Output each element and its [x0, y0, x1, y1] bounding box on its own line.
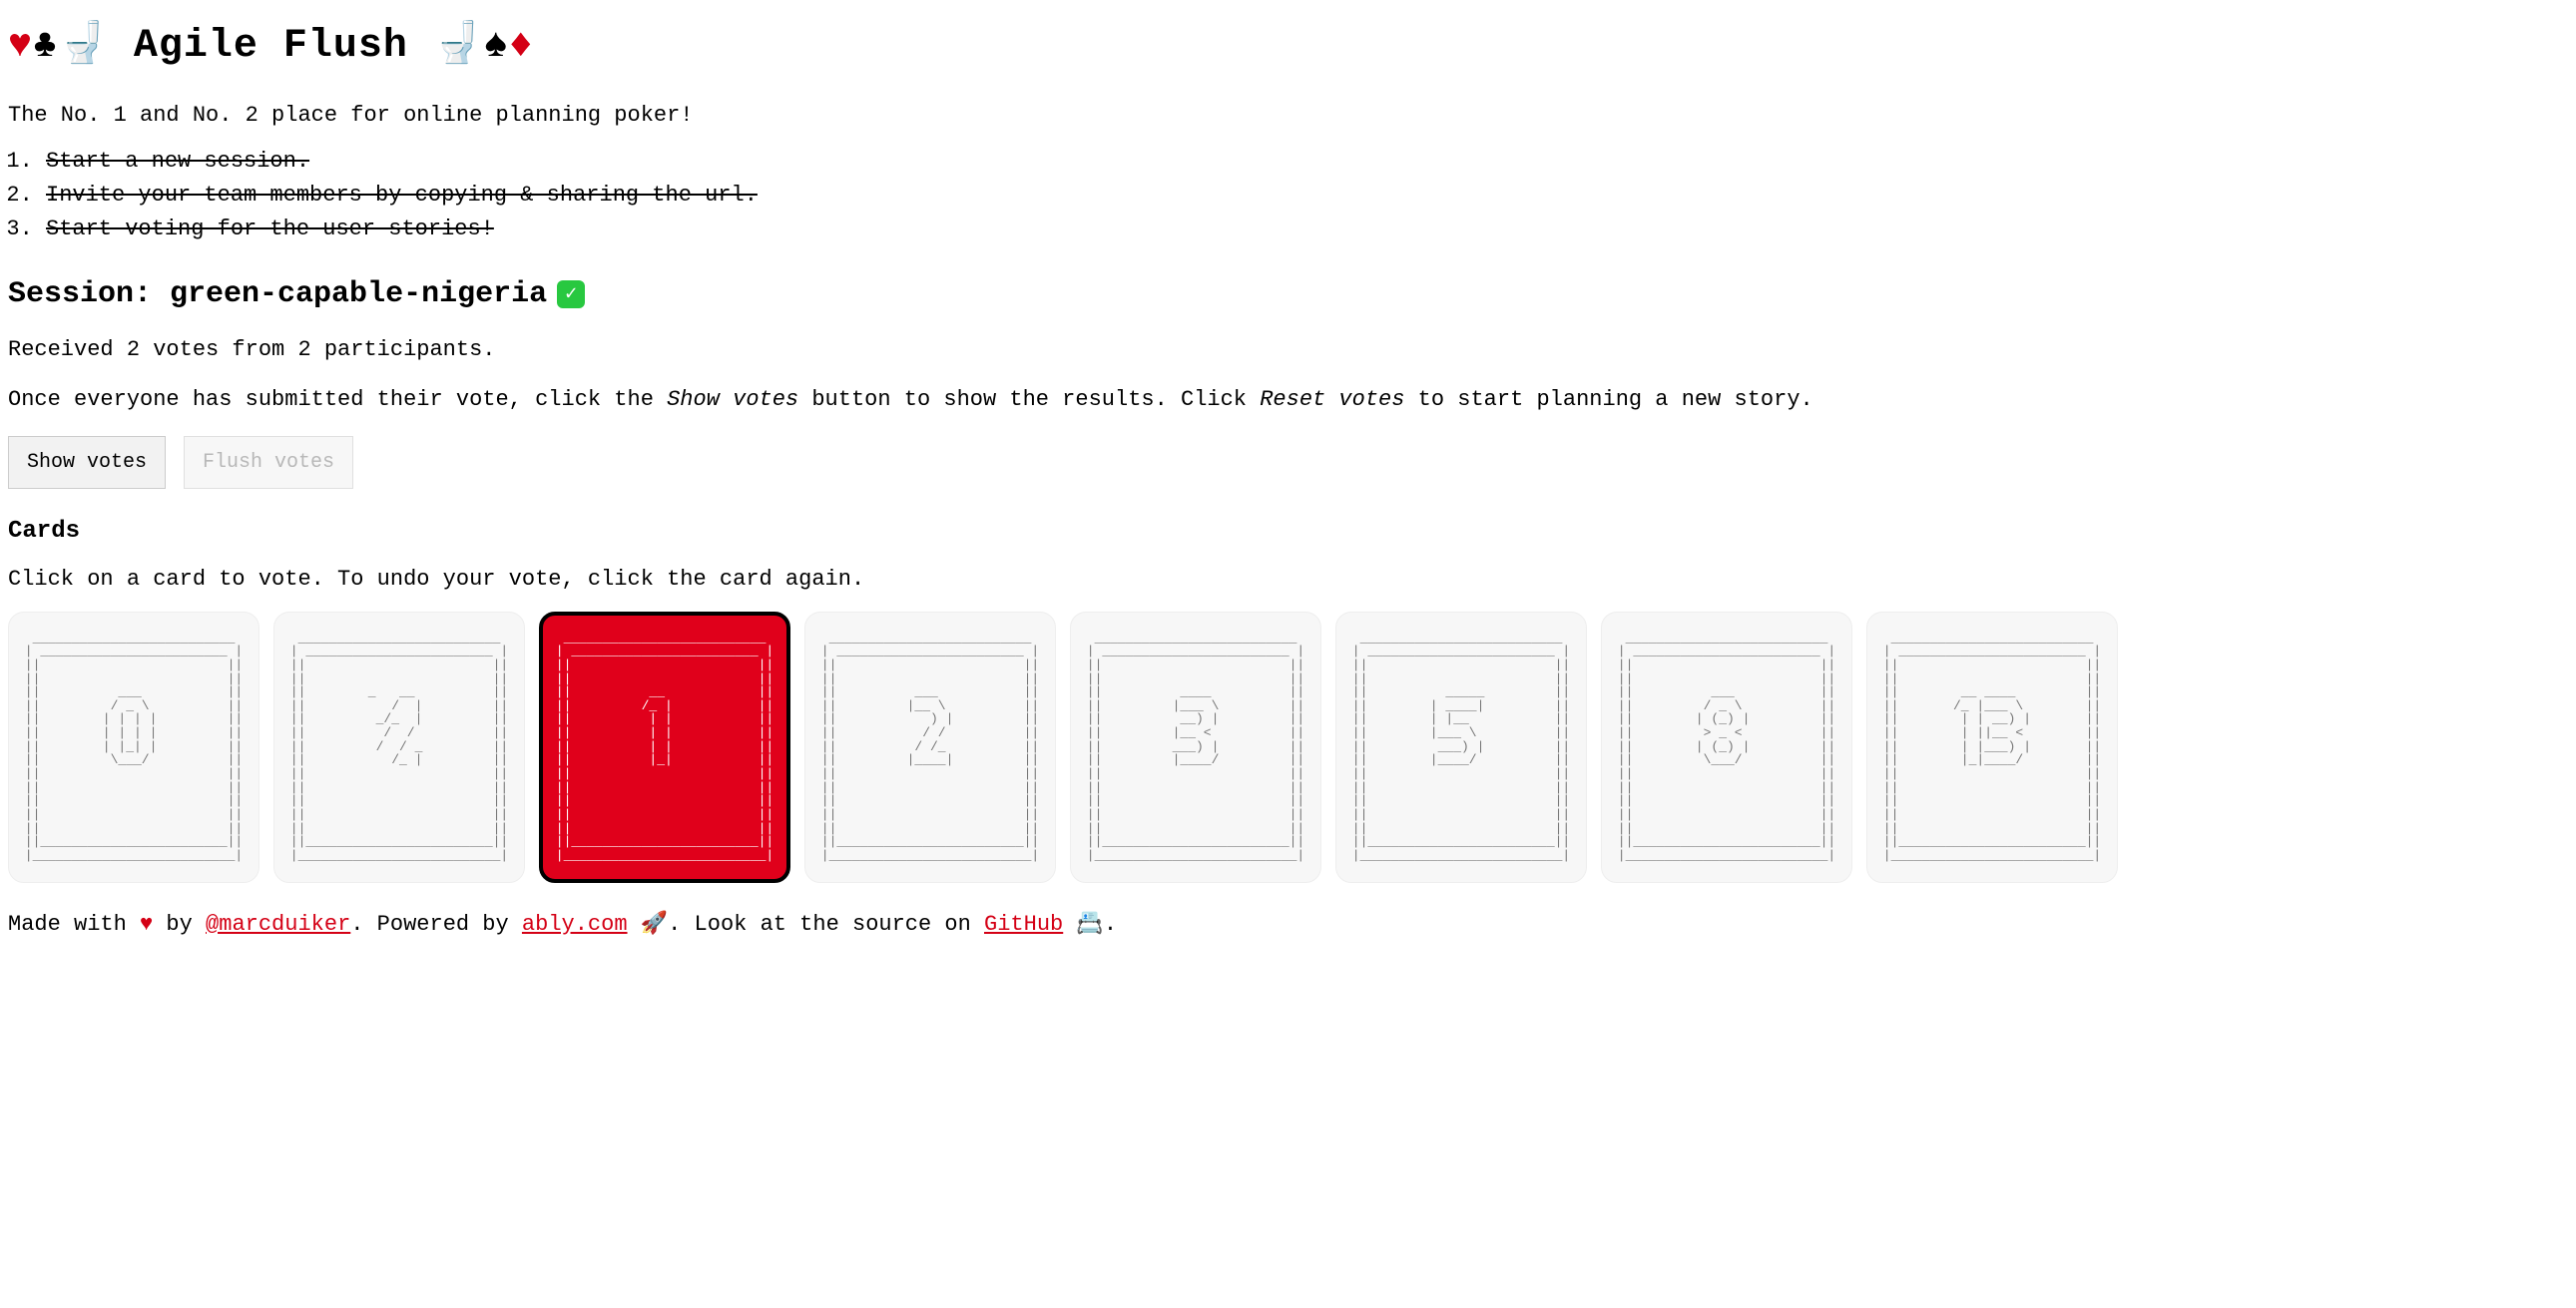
card-ascii: __________________________ | ___________…	[1883, 632, 2101, 863]
poker-card-0[interactable]: __________________________ | ___________…	[8, 612, 259, 883]
votes-received: Received 2 votes from 2 participants.	[8, 334, 2568, 366]
session-name: green-capable-nigeria	[170, 277, 547, 311]
card-ascii: __________________________ | ___________…	[290, 632, 508, 863]
step-item: Start voting for the user stories!	[46, 214, 2568, 245]
heart-icon: ♥	[8, 24, 33, 69]
cards-heading: Cards	[8, 515, 2568, 550]
toilet-icon: 🚽	[433, 24, 484, 69]
tagline: The No. 1 and No. 2 place for online pla…	[8, 100, 2568, 132]
app-title: ♥♣🚽 Agile Flush 🚽♠♦	[8, 18, 2568, 76]
poker-card-8[interactable]: __________________________ | ___________…	[1601, 612, 1852, 883]
box-icon: 📇	[1063, 912, 1104, 937]
ably-link[interactable]: ably.com	[522, 912, 628, 937]
poker-card-2[interactable]: __________________________ | ___________…	[804, 612, 1056, 883]
poker-card-3[interactable]: __________________________ | ___________…	[1070, 612, 1321, 883]
club-icon: ♣	[33, 24, 58, 69]
show-votes-button[interactable]: Show votes	[8, 436, 166, 489]
step-item: Invite your team members by copying & sh…	[46, 180, 2568, 212]
flush-votes-button: Flush votes	[184, 436, 353, 489]
card-ascii: __________________________ | ___________…	[1352, 632, 1570, 863]
card-ascii: __________________________ | ___________…	[821, 632, 1039, 863]
step-item: Start a new session.	[46, 146, 2568, 178]
github-link[interactable]: GitHub	[984, 912, 1063, 937]
poker-card-1[interactable]: __________________________ | ___________…	[539, 612, 790, 883]
cards-hint: Click on a card to vote. To undo your vo…	[8, 564, 2568, 596]
steps-list: Start a new session. Invite your team me…	[8, 146, 2568, 245]
poker-card-13[interactable]: __________________________ | ___________…	[1866, 612, 2118, 883]
instructions: Once everyone has submitted their vote, …	[8, 384, 2568, 416]
toilet-icon: 🚽	[58, 24, 109, 69]
poker-card-5[interactable]: __________________________ | ___________…	[1335, 612, 1587, 883]
card-ascii: __________________________ | ___________…	[25, 632, 243, 863]
heart-icon: ♥	[140, 912, 153, 937]
card-ascii: __________________________ | ___________…	[556, 632, 773, 863]
session-prefix: Session:	[8, 277, 170, 311]
footer: Made with ♥ by @marcduiker. Powered by a…	[8, 909, 2568, 941]
app-title-text: Agile Flush	[134, 24, 408, 69]
cards-row: __________________________ | ___________…	[8, 612, 2568, 883]
card-ascii: __________________________ | ___________…	[1618, 632, 1835, 863]
card-ascii: __________________________ | ___________…	[1087, 632, 1304, 863]
session-connected-icon: ✓	[557, 280, 585, 308]
author-link[interactable]: @marcduiker	[206, 912, 350, 937]
rocket-icon: 🚀	[628, 912, 669, 937]
poker-card-1-2[interactable]: __________________________ | ___________…	[273, 612, 525, 883]
diamond-icon: ♦	[509, 24, 534, 69]
session-heading: Session: green-capable-nigeria ✓	[8, 273, 2568, 317]
spade-icon: ♠	[484, 24, 509, 69]
